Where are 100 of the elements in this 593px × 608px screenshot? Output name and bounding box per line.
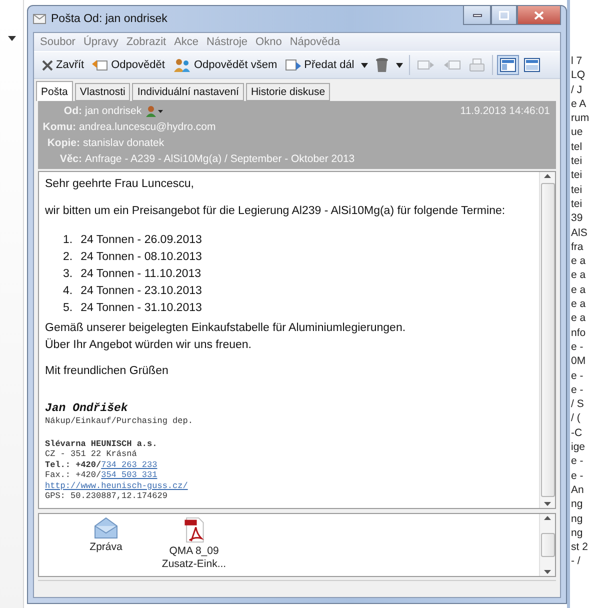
field-label: Od:	[62, 105, 82, 117]
menu-item[interactable]: Soubor	[40, 36, 76, 48]
background-text: tei	[571, 182, 582, 197]
background-text: e -	[571, 368, 584, 383]
greeting-text: Sehr geehrte Frau Luncescu,	[45, 177, 194, 192]
caret-icon	[361, 62, 368, 68]
background-text: / (	[571, 411, 580, 426]
toolbar-button[interactable]: Zavřít	[39, 57, 88, 73]
envelope-icon[interactable]	[94, 517, 118, 539]
background-text: e A	[571, 96, 586, 112]
background-text: / S	[571, 397, 584, 412]
close-button[interactable]	[517, 6, 561, 25]
background-text: ige	[571, 440, 586, 454]
dropdown-button[interactable]	[394, 60, 406, 70]
menu-item[interactable]: Okno	[256, 36, 282, 48]
menu-item[interactable]: Akce	[174, 36, 199, 48]
body-text: wir bitten um ein Preisangebot für die Legierung Al239 - AlSi10Mg(a) für folgende Termine:	[45, 204, 506, 219]
menu-item[interactable]: Nápověda	[290, 36, 340, 48]
background-text: ng	[571, 512, 583, 526]
signature-text: Nákup/Einkauf/Purchasing dep.	[45, 416, 193, 426]
envelope-arrow-icon	[443, 58, 462, 72]
background-text: e a	[571, 311, 586, 326]
tab[interactable]: Pošta	[36, 81, 73, 101]
background-text: tel	[571, 140, 582, 154]
reply-icon	[92, 58, 108, 72]
field-label: Věc:	[58, 153, 82, 165]
minimize-button[interactable]	[463, 6, 491, 25]
window-title: Pošta Od: jan ondrisek	[51, 13, 168, 25]
website-link[interactable]: http://www.heunisch-guss.cz/	[45, 480, 188, 491]
contact-icon[interactable]	[144, 105, 163, 117]
scroll-arrow-icon[interactable]	[543, 172, 552, 181]
forward-icon	[285, 58, 302, 72]
background-text: 39	[571, 211, 583, 226]
background-text: e a	[571, 282, 586, 298]
dropdown-button[interactable]	[359, 60, 370, 70]
toolbar-button[interactable]: Odpovědět všem	[170, 56, 280, 74]
background-text: LQ	[571, 68, 586, 83]
list-item: 24 Tonnen - 11.10.2013	[80, 267, 202, 282]
field-value: jan ondrisek	[85, 105, 142, 117]
phone-link[interactable]: 354 503 331	[101, 470, 158, 480]
message-date: 11.9.2013 14:46:01	[460, 105, 550, 117]
background-text: tei	[571, 154, 582, 168]
tab[interactable]: Historie diskuse	[246, 83, 330, 101]
toolbar-button[interactable]	[497, 55, 520, 75]
background-text: ng	[571, 497, 583, 512]
list-number: 3.	[63, 267, 73, 282]
close-icon	[534, 10, 544, 20]
background-text: e a	[571, 297, 586, 312]
phone-link[interactable]: 734 263 233	[101, 460, 158, 470]
background-text: e a	[571, 254, 586, 268]
body-text: Gemäß unserer beigelegten Einkaufstabelle für Aluminiumlegierungen.	[45, 321, 406, 336]
attachment-label[interactable]: QMA 8_09 Zusatz-Eink...	[161, 545, 227, 571]
minimize-icon	[472, 14, 482, 16]
attachment-label[interactable]: Zpráva	[90, 541, 122, 554]
background-text: -C	[571, 426, 582, 440]
background-text: l 7	[571, 54, 582, 68]
toolbar-button[interactable]: Předat dál	[282, 56, 358, 74]
list-item: 24 Tonnen - 23.10.2013	[80, 284, 202, 299]
list-item: 24 Tonnen - 31.10.2013	[80, 301, 202, 316]
menu-item[interactable]: Zobrazit	[126, 36, 166, 48]
background-text: ng	[571, 526, 583, 540]
layout-icon	[500, 58, 516, 72]
scrollbar[interactable]	[539, 172, 555, 508]
background-text: fra	[571, 240, 584, 254]
background-text: / J	[571, 82, 582, 97]
tab[interactable]: Individuální nastavení	[132, 83, 244, 101]
scrollbar[interactable]	[539, 514, 555, 576]
pdf-file-icon[interactable]	[183, 517, 205, 543]
background-text: nfo	[571, 326, 586, 340]
background-text: - /	[571, 554, 580, 569]
field-label: Kopie:	[46, 137, 80, 149]
background-text: An	[571, 482, 584, 498]
background-text: st 2	[571, 540, 588, 554]
background-text: 0M	[571, 354, 586, 369]
toolbar-button[interactable]: Odpovědět	[89, 56, 168, 74]
menu-item[interactable]: Úpravy	[83, 36, 118, 48]
list-number: 1.	[63, 233, 73, 248]
caret-icon[interactable]	[8, 36, 16, 41]
field-label: Komu:	[42, 121, 76, 133]
signature-text: GPS: 50.230887,12.174629	[45, 491, 168, 502]
list-number: 2.	[63, 250, 73, 265]
field-value: stanislav donatek	[83, 137, 164, 149]
signature-name: Jan Ondřišek	[45, 402, 128, 416]
trash-icon	[375, 57, 390, 73]
tab[interactable]: Vlastnosti	[74, 83, 130, 101]
menu-item[interactable]: Nástroje	[206, 36, 248, 48]
signature-text: Tel.: +420/	[45, 460, 102, 470]
background-text: tei	[571, 196, 582, 212]
background-text: rum	[571, 111, 590, 126]
field-value: Anfrage - A239 - AlSi10Mg(a) / September - Oktober 2013	[85, 153, 355, 165]
field-value: andrea.luncescu@hydro.com	[79, 121, 216, 133]
signature-text: CZ - 351 22 Krásná	[45, 449, 137, 460]
scroll-arrow-icon[interactable]	[543, 567, 552, 576]
maximize-button[interactable]	[491, 6, 517, 25]
list-number: 4.	[63, 284, 73, 299]
body-text: Über Ihr Angebot würden wir uns freuen.	[45, 337, 252, 353]
signature-text: Slévarna HEUNISCH a.s.	[45, 438, 158, 449]
background-text: e -	[571, 454, 584, 469]
layout-icon	[524, 58, 540, 72]
list-item: 24 Tonnen - 08.10.2013	[80, 250, 202, 265]
